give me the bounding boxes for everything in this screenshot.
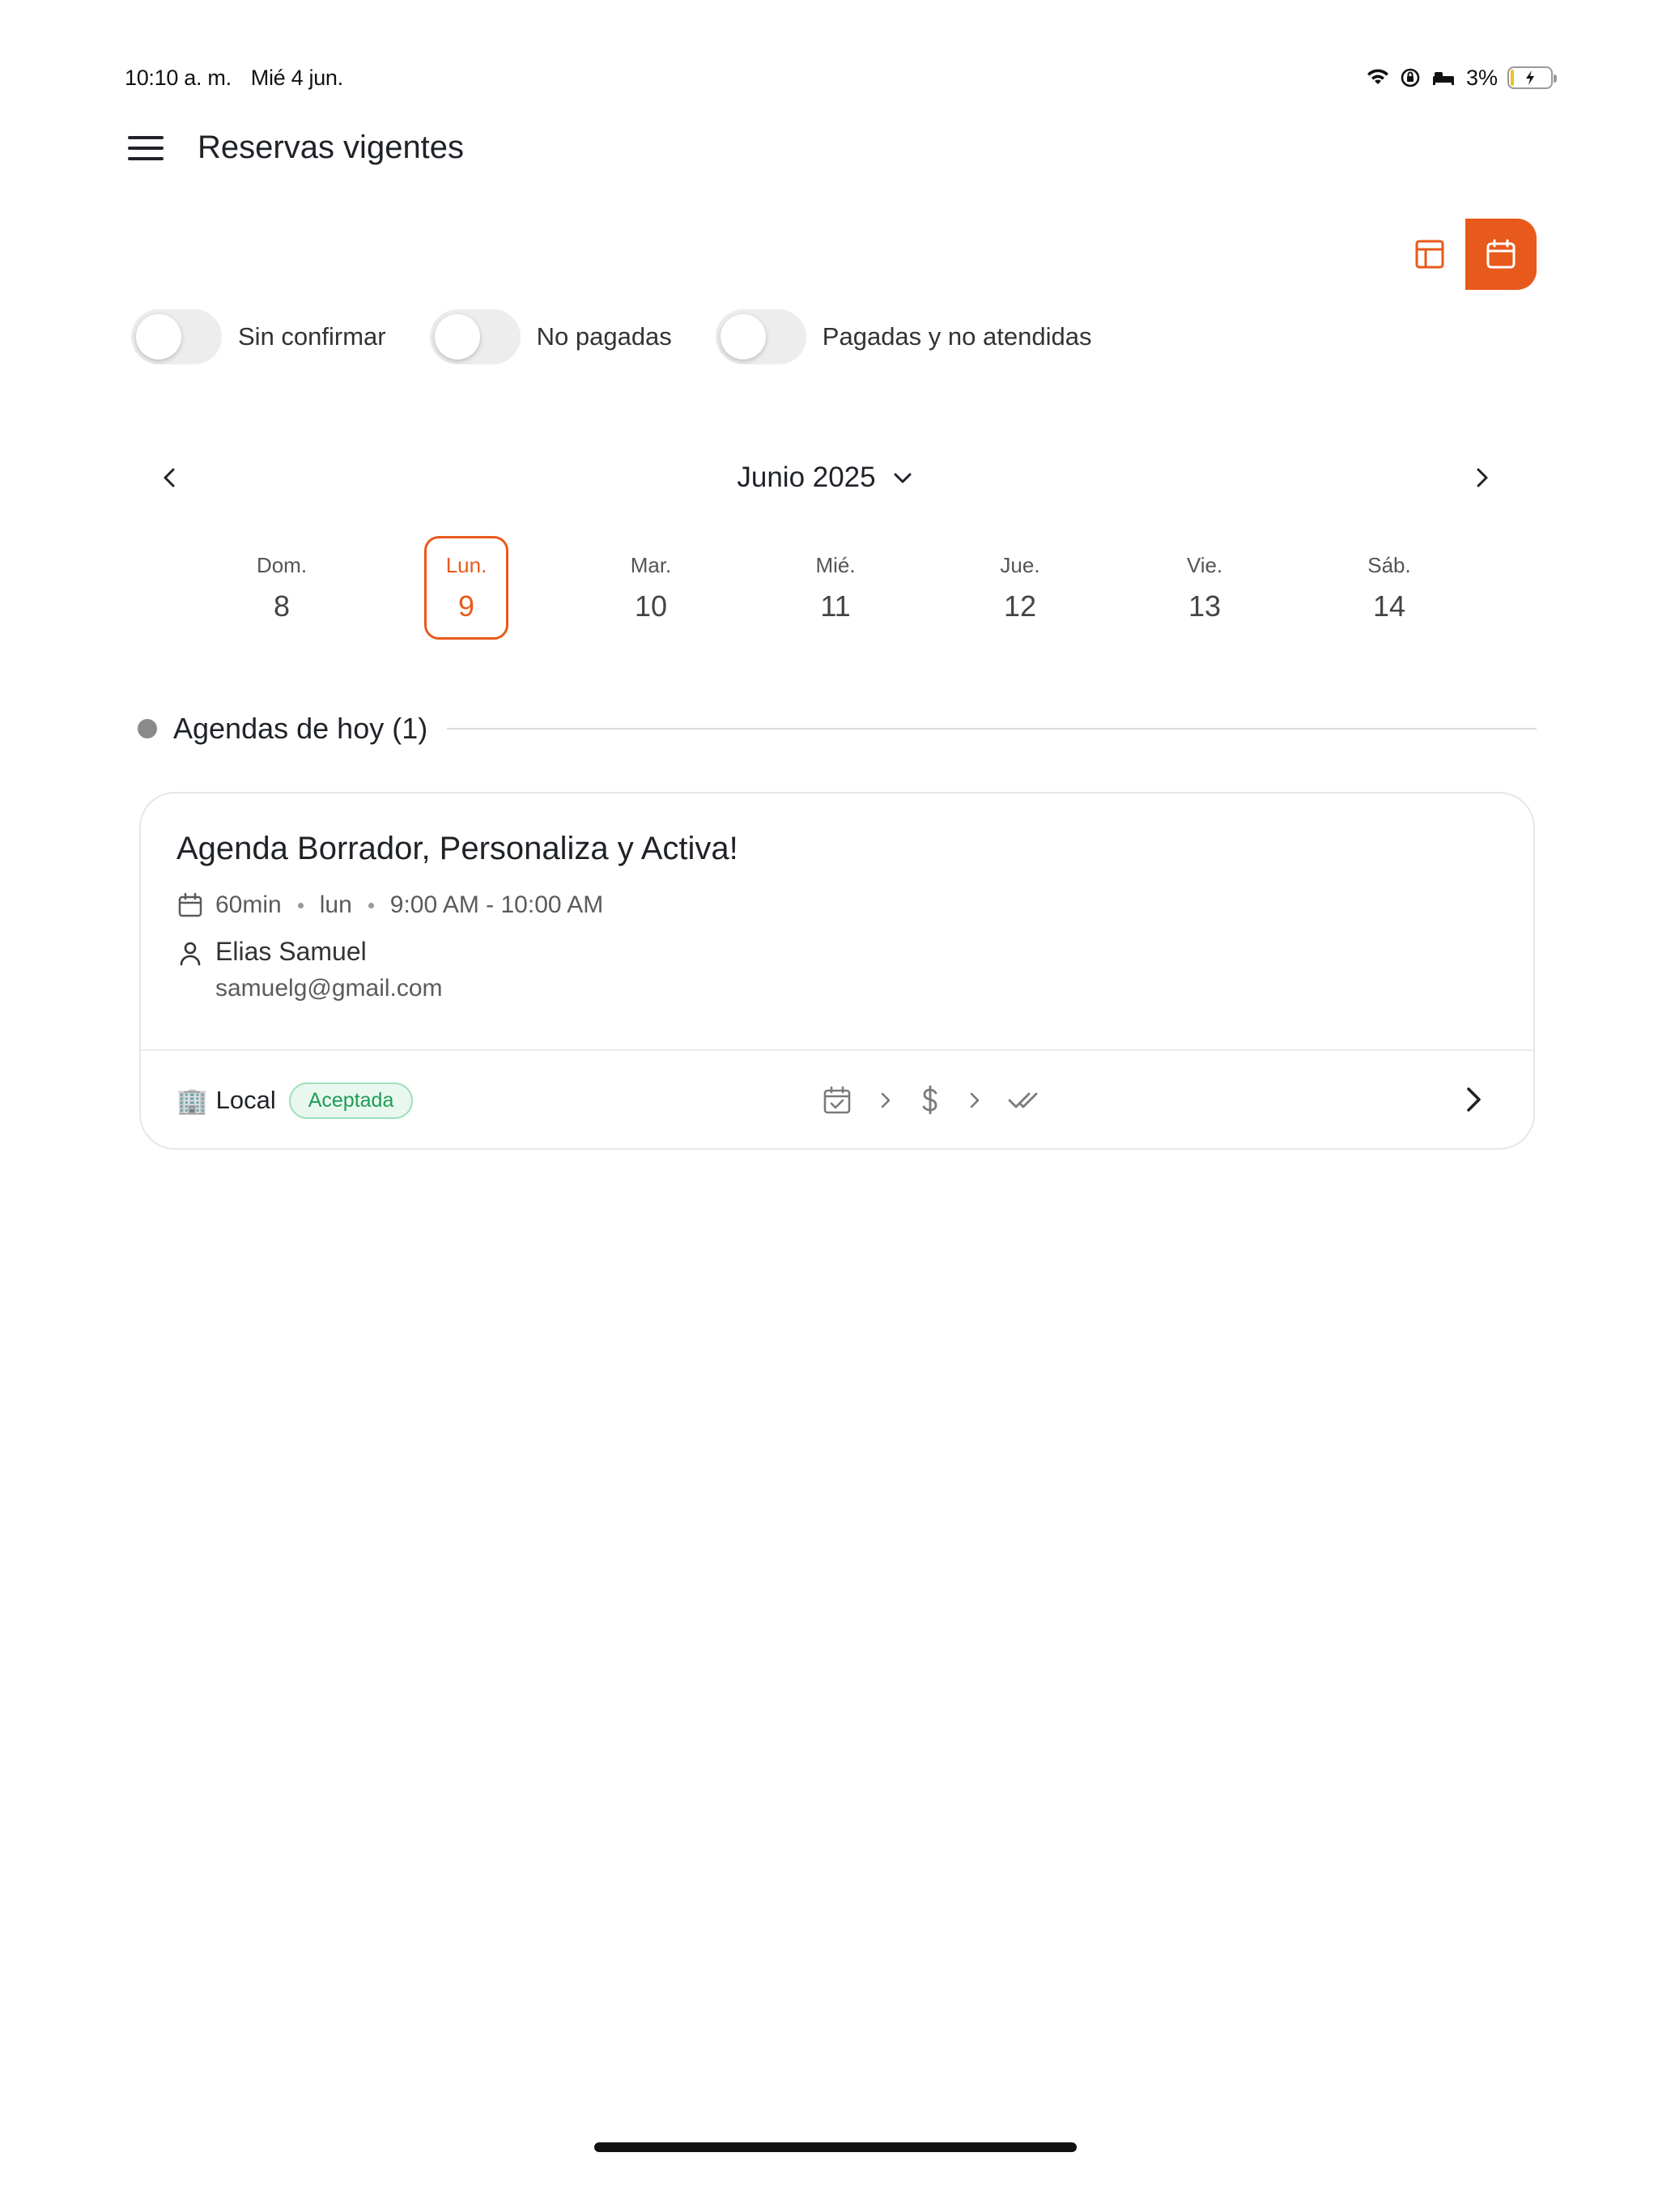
filter-label: Pagadas y no atendidas — [822, 322, 1092, 351]
calendar-icon — [178, 892, 202, 917]
filter-label: No pagadas — [536, 322, 672, 351]
app-header: Reservas vigentes — [128, 130, 464, 166]
battery-percent: 3% — [1465, 65, 1498, 90]
section-title: Agendas de hoy (1) — [173, 712, 428, 745]
day-number: 8 — [273, 589, 291, 623]
status-date: Mié 4 jun. — [250, 65, 343, 90]
filter-sin-confirmar: Sin confirmar — [131, 309, 386, 364]
dollar-icon — [922, 1085, 937, 1115]
location-label: Local — [215, 1086, 276, 1114]
chevron-left-icon — [164, 468, 175, 487]
day-sunday[interactable]: Dom. 8 — [240, 536, 324, 640]
day-thursday[interactable]: Jue. 12 — [978, 536, 1062, 640]
filter-label: Sin confirmar — [238, 322, 386, 351]
day-name: Sáb. — [1367, 552, 1411, 577]
appointment-progress-steps — [821, 1051, 1044, 1148]
day-name: Vie. — [1186, 552, 1223, 577]
day-friday[interactable]: Vie. 13 — [1163, 536, 1247, 640]
table-icon — [1415, 240, 1444, 269]
orientation-lock-icon — [1401, 68, 1420, 87]
day-number: 14 — [1372, 589, 1406, 623]
no-pagadas-switch[interactable] — [429, 309, 521, 364]
month-selector[interactable]: Junio 2025 — [737, 462, 914, 494]
wifi-icon — [1367, 69, 1388, 84]
location: 🏢 Local — [176, 1086, 276, 1116]
client-name: Elias Samuel — [215, 937, 367, 966]
month-label: Junio 2025 — [737, 462, 876, 493]
appointment-time-range: 9:00 AM - 10:00 AM — [389, 891, 604, 918]
appointment-card-body: Agenda Borrador, Personaliza y Activa! 6… — [141, 793, 1533, 1051]
page-title: Reservas vigentes — [198, 130, 465, 165]
day-number: 11 — [820, 589, 851, 623]
office-building-icon: 🏢 — [176, 1086, 208, 1115]
home-indicator[interactable] — [594, 2142, 1077, 2152]
filter-toggles: Sin confirmar No pagadas Pagadas y no at… — [131, 309, 1135, 364]
status-badge: Aceptada — [288, 1082, 414, 1119]
filter-no-pagadas: No pagadas — [429, 309, 672, 364]
day-wednesday[interactable]: Mié. 11 — [793, 536, 878, 640]
day-number: 12 — [1003, 589, 1037, 623]
hamburger-menu-icon[interactable] — [128, 130, 164, 166]
appointment-card[interactable]: Agenda Borrador, Personaliza y Activa! 6… — [139, 792, 1535, 1150]
table-view-button[interactable] — [1394, 219, 1465, 290]
section-dot — [138, 719, 157, 738]
calendar-view-button[interactable] — [1465, 219, 1537, 290]
pagadas-no-atendidas-switch[interactable] — [715, 309, 806, 364]
filter-pagadas-no-atendidas: Pagadas y no atendidas — [715, 309, 1092, 364]
battery-icon — [1507, 66, 1557, 89]
previous-week-button[interactable] — [146, 453, 194, 502]
day-monday[interactable]: Lun. 9 — [424, 536, 508, 640]
status-right: 3% — [1366, 65, 1557, 91]
section-heading: Agendas de hoy (1) — [138, 706, 1537, 751]
chevron-right-icon — [881, 1092, 891, 1108]
sin-confirmar-switch[interactable] — [131, 309, 222, 364]
chevron-right-icon[interactable] — [1456, 1082, 1491, 1117]
month-navigation: Junio 2025 — [146, 453, 1506, 502]
day-tuesday[interactable]: Mar. 10 — [609, 536, 693, 640]
sleep-focus-icon — [1432, 72, 1454, 85]
next-week-button[interactable] — [1457, 453, 1506, 502]
appointment-duration: 60min — [215, 891, 282, 918]
view-toggle — [1394, 219, 1537, 290]
appointment-meta: 60min lun 9:00 AM - 10:00 AM — [176, 891, 1498, 919]
calendar-icon — [1486, 239, 1516, 269]
user-icon — [180, 942, 201, 966]
chevron-right-icon — [970, 1092, 980, 1108]
chevron-down-icon — [894, 473, 912, 483]
client-email: samuelg@gmail.com — [215, 975, 443, 1002]
status-bar: 10:10 a. m. Mié 4 jun. 3% — [125, 62, 1557, 94]
week-day-strip: Dom. 8 Lun. 9 Mar. 10 Mié. 11 Jue. 12 Vi… — [0, 536, 1658, 641]
day-name: Jue. — [1000, 552, 1040, 577]
calendar-check-icon — [823, 1086, 851, 1114]
day-number: 10 — [634, 589, 668, 623]
chevron-right-icon — [1477, 468, 1488, 487]
appointment-card-footer: 🏢 Local Aceptada — [141, 1051, 1533, 1148]
appointment-weekday: lun — [319, 891, 352, 918]
day-saturday[interactable]: Sáb. 14 — [1347, 536, 1431, 640]
day-name: Lun. — [445, 552, 487, 577]
status-time: 10:10 a. m. — [125, 65, 232, 90]
appointment-title: Agenda Borrador, Personaliza y Activa! — [176, 831, 738, 866]
status-left: 10:10 a. m. Mié 4 jun. — [125, 66, 343, 91]
day-number: 13 — [1188, 589, 1222, 623]
day-name: Mié. — [815, 552, 856, 577]
double-check-icon — [1008, 1092, 1038, 1108]
day-name: Dom. — [256, 552, 308, 577]
day-name: Mar. — [630, 552, 672, 577]
day-number: 9 — [457, 589, 475, 623]
client-info: Elias Samuel samuelg@gmail.com — [176, 937, 1498, 1002]
section-divider — [447, 728, 1537, 730]
